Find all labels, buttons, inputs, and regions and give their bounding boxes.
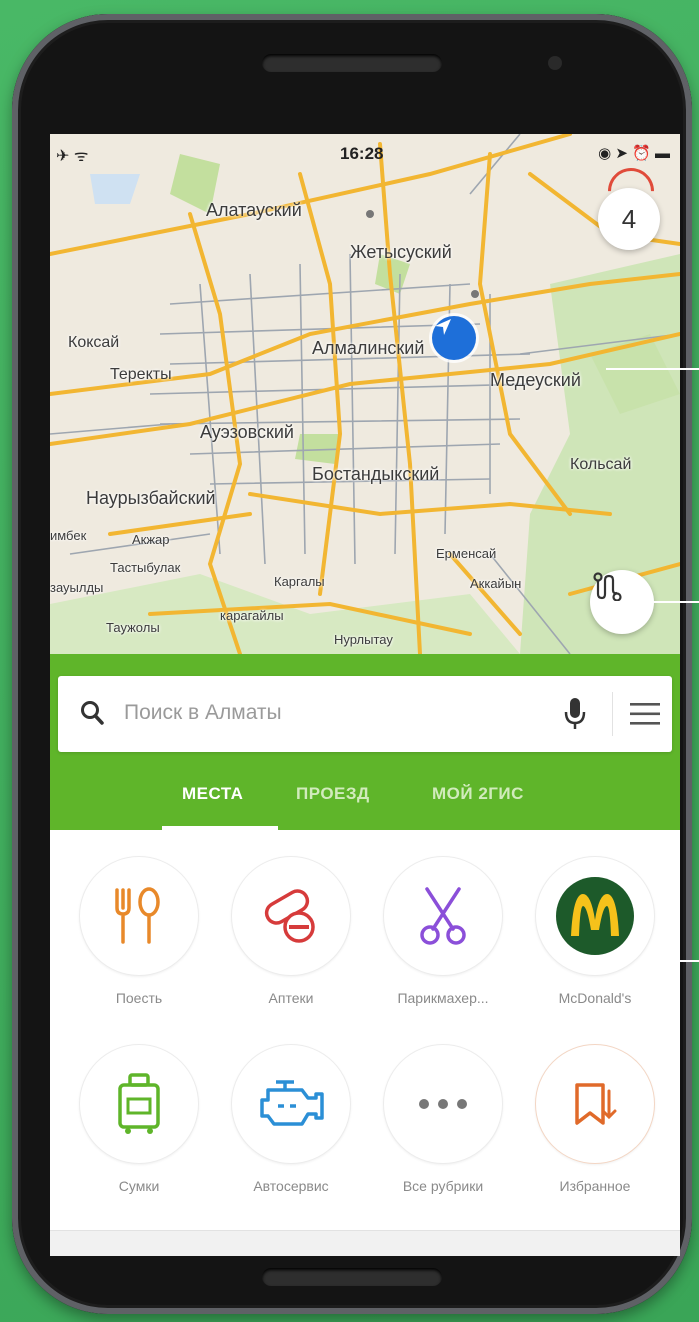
phone-frame: ✈ ᯤ 16:28 ◉ ➤ ⏰ ▬ Алатауский Жетысуский … bbox=[12, 14, 692, 1314]
search-icon bbox=[81, 701, 104, 725]
map-label: Ерменсай bbox=[436, 546, 497, 561]
map-label: карагайлы bbox=[220, 608, 284, 623]
callout-line bbox=[664, 960, 699, 962]
map-label: Акжар bbox=[132, 532, 170, 547]
map-label: Каргалы bbox=[274, 574, 325, 589]
tab-bar: МЕСТА ПРОЕЗД МОЙ 2ГИС bbox=[50, 772, 680, 830]
category-label: McDonald's bbox=[558, 990, 632, 1006]
bottom-speaker bbox=[262, 1268, 442, 1286]
pills-icon bbox=[231, 856, 351, 976]
bottom-sheet-edge bbox=[50, 1230, 680, 1256]
earpiece-speaker bbox=[262, 54, 442, 72]
category-grid: Поесть Аптеки Парикмахер... McDonald's С… bbox=[50, 830, 680, 1256]
map-graphics bbox=[50, 134, 680, 654]
category-mcdonalds[interactable]: McDonald's bbox=[520, 856, 670, 1026]
tab-directions[interactable]: ПРОЕЗД bbox=[296, 784, 370, 804]
map-label: Медеуский bbox=[490, 370, 581, 390]
app-screen: ✈ ᯤ 16:28 ◉ ➤ ⏰ ▬ Алатауский Жетысуский … bbox=[50, 134, 680, 1256]
map-label: зауылды bbox=[50, 580, 104, 595]
my-location-icon[interactable] bbox=[432, 316, 476, 360]
bookmark-icon bbox=[535, 1044, 655, 1164]
category-label: Автосервис bbox=[253, 1178, 329, 1194]
search-input[interactable]: Поиск в Алматы bbox=[124, 701, 282, 725]
map-label: Ауэзовский bbox=[200, 422, 294, 442]
notification-badge[interactable]: 4 bbox=[598, 188, 660, 250]
map-label: Кольсай bbox=[570, 456, 632, 473]
category-all[interactable]: Все рубрики bbox=[368, 1044, 518, 1214]
search-divider bbox=[612, 692, 613, 736]
menu-icon[interactable] bbox=[630, 702, 660, 726]
search-bar[interactable]: Поиск в Алматы bbox=[58, 676, 672, 752]
map-label: Тастыбулак bbox=[110, 560, 181, 575]
map-label: Таужолы bbox=[106, 620, 160, 635]
status-right-icons: ◉ ➤ ⏰ ▬ bbox=[598, 145, 670, 162]
map-label: Теректы bbox=[110, 366, 172, 383]
engine-icon bbox=[231, 1044, 351, 1164]
category-label: Парикмахер... bbox=[397, 990, 489, 1006]
microphone-icon[interactable] bbox=[564, 696, 586, 732]
category-hairdresser[interactable]: Парикмахер... bbox=[368, 856, 518, 1026]
category-bags[interactable]: Сумки bbox=[64, 1044, 214, 1214]
category-favorites[interactable]: Избранное bbox=[520, 1044, 670, 1214]
status-bar: ✈ ᯤ 16:28 ◉ ➤ ⏰ ▬ bbox=[50, 134, 680, 174]
category-pharmacy[interactable]: Аптеки bbox=[216, 856, 366, 1026]
map-label: Коксай bbox=[68, 334, 120, 351]
search-panel: Поиск в Алматы МЕСТА ПРОЕЗД МОЙ 2ГИС bbox=[50, 654, 680, 830]
map-label: Бостандыкский bbox=[312, 464, 440, 484]
fork-spoon-icon bbox=[79, 856, 199, 976]
map-label: Аккайын bbox=[470, 576, 522, 591]
category-label: Аптеки bbox=[268, 990, 314, 1006]
map-label: Нурлытау bbox=[334, 632, 393, 647]
suitcase-icon bbox=[79, 1044, 199, 1164]
map-label: имбек bbox=[50, 528, 87, 543]
category-eat[interactable]: Поесть bbox=[64, 856, 214, 1026]
category-car-service[interactable]: Автосервис bbox=[216, 1044, 366, 1214]
category-label: Поесть bbox=[115, 990, 163, 1006]
callout-line bbox=[606, 368, 699, 370]
category-label: Все рубрики bbox=[402, 1178, 484, 1194]
status-time: 16:28 bbox=[340, 144, 384, 163]
scissors-icon bbox=[383, 856, 503, 976]
category-label: Избранное bbox=[559, 1178, 631, 1194]
mcdonalds-logo bbox=[535, 856, 655, 976]
callout-line bbox=[610, 601, 699, 603]
map-label: Алмалинский bbox=[312, 338, 425, 358]
status-left-icons: ✈ ᯤ bbox=[56, 148, 89, 165]
map-label: Алатауский bbox=[206, 200, 302, 220]
category-label: Сумки bbox=[118, 1178, 160, 1194]
map-view[interactable]: ✈ ᯤ 16:28 ◉ ➤ ⏰ ▬ Алатауский Жетысуский … bbox=[50, 134, 680, 654]
map-label: Жетысуский bbox=[350, 242, 452, 262]
route-icon bbox=[593, 572, 622, 602]
tab-my-2gis[interactable]: МОЙ 2ГИС bbox=[432, 784, 524, 804]
more-dots-icon bbox=[383, 1044, 503, 1164]
map-label: Наурызбайский bbox=[86, 488, 216, 508]
front-camera bbox=[548, 56, 562, 70]
tab-places[interactable]: МЕСТА bbox=[182, 784, 243, 804]
